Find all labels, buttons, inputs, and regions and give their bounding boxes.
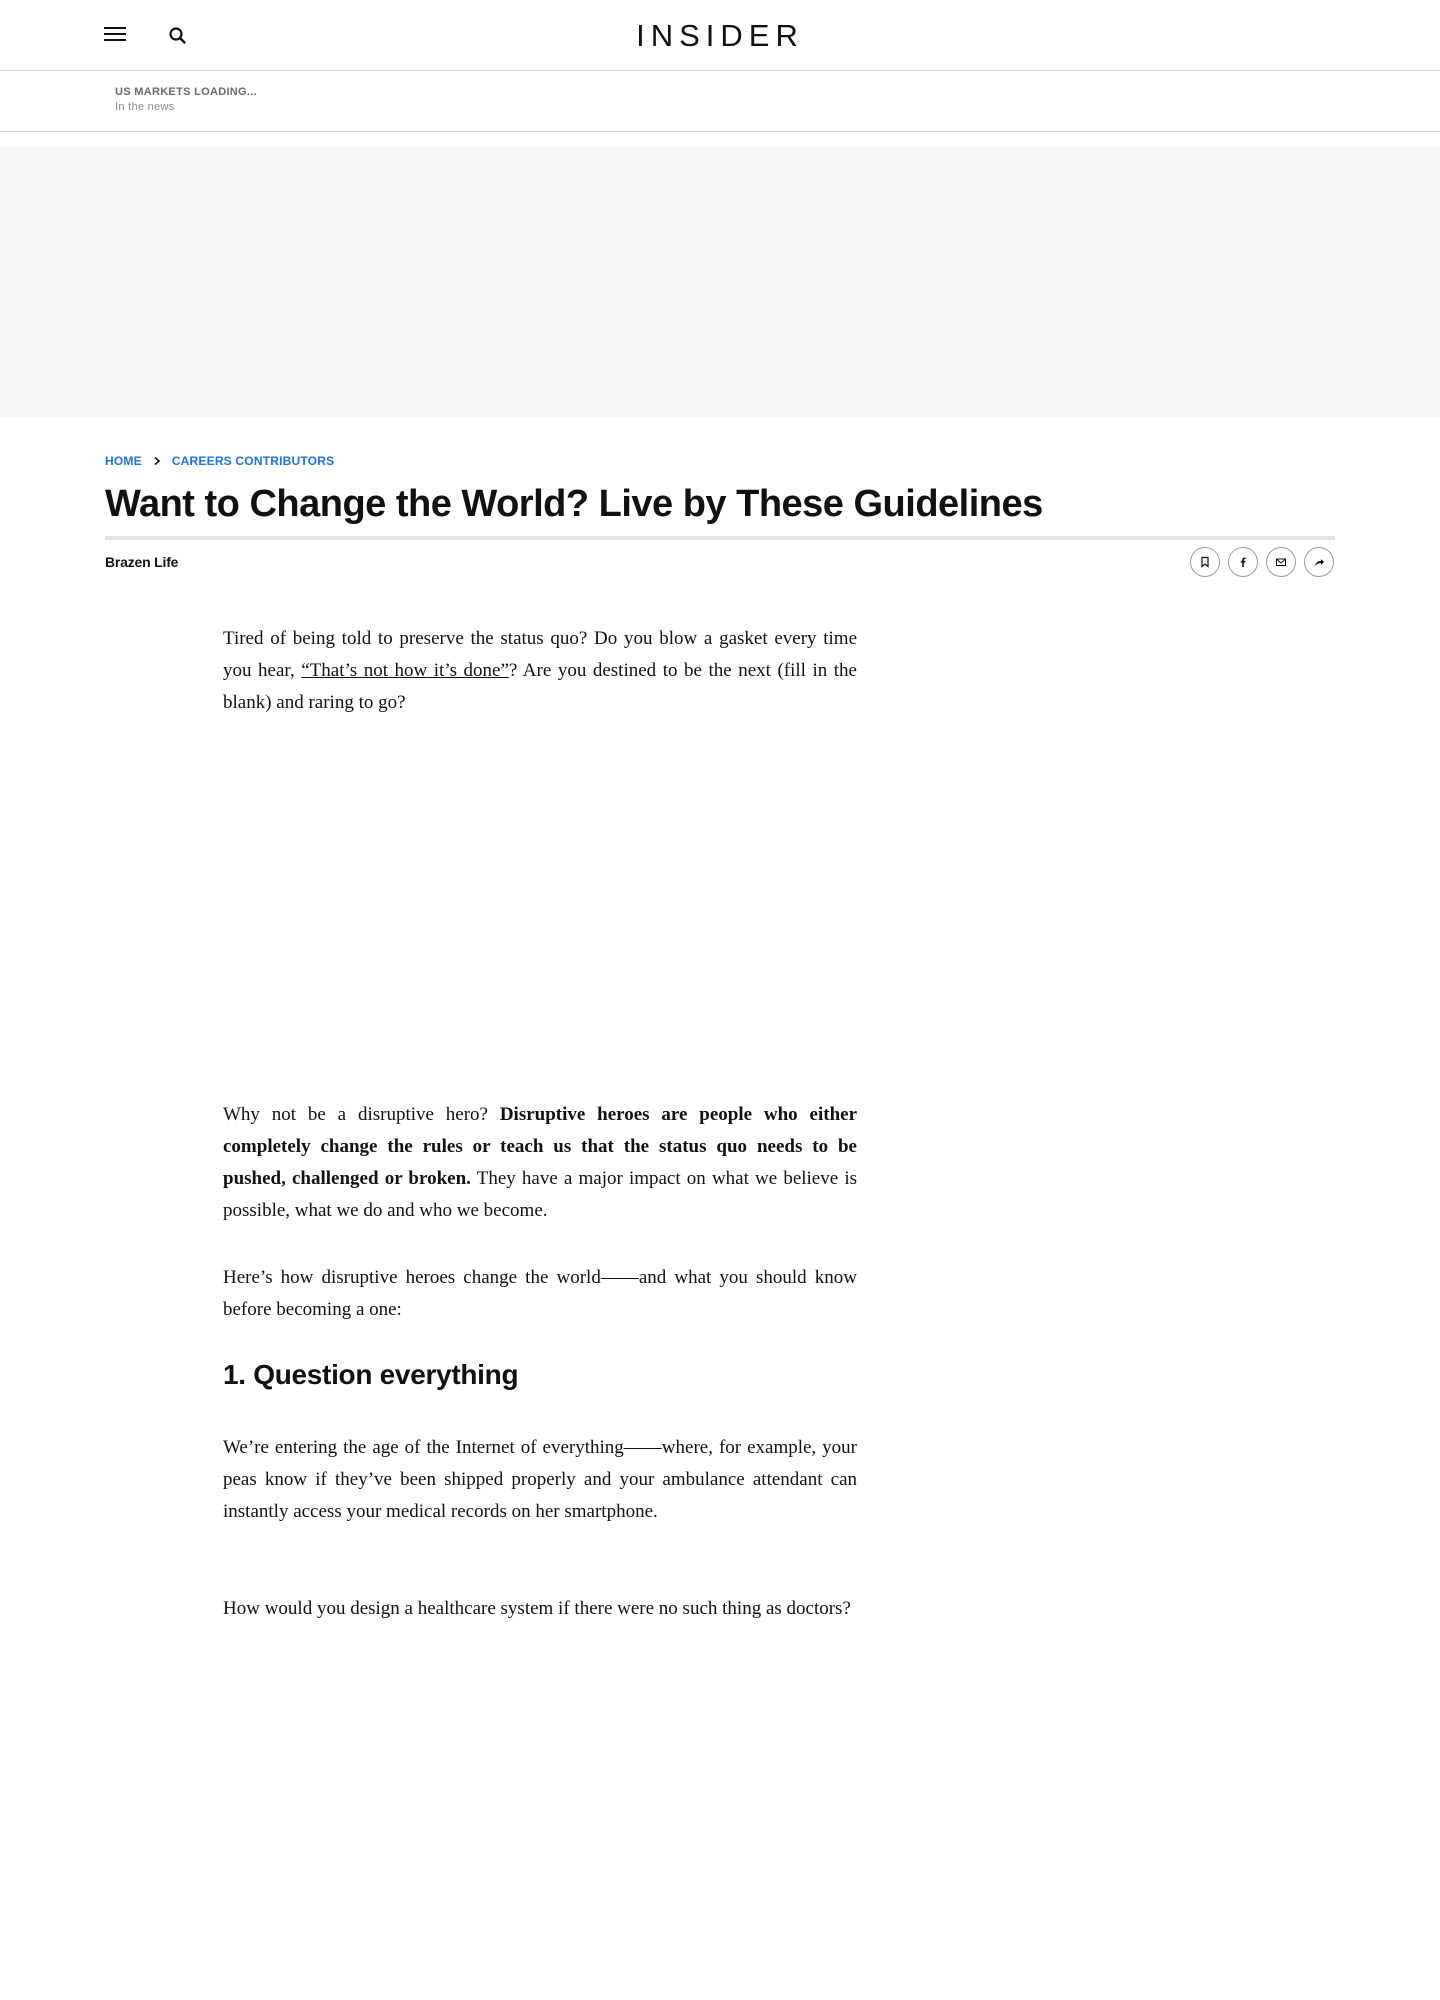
in-the-news-label[interactable]: In the news [115, 101, 175, 113]
bookmark-button[interactable] [1190, 547, 1220, 577]
facebook-share-button[interactable] [1228, 547, 1258, 577]
breadcrumb-section-link[interactable]: CAREERS CONTRIBUTORS [172, 454, 334, 468]
title-divider [105, 536, 1335, 540]
chevron-right-icon [154, 456, 161, 466]
markets-status: US MARKETS LOADING... [115, 86, 257, 98]
article-paragraph-5: How would you design a healthcare system… [223, 1598, 851, 1619]
facebook-icon [1240, 557, 1246, 567]
hamburger-menu-icon[interactable] [104, 24, 130, 46]
section-heading: 1. Question everything [223, 1359, 519, 1390]
email-share-button[interactable] [1266, 547, 1296, 577]
paragraph-text: Why not be a disruptive hero? [223, 1104, 500, 1125]
author-byline[interactable]: Brazen Life [105, 554, 178, 570]
article-paragraph-2: Why not be a disruptive hero? Disruptive… [223, 1099, 857, 1227]
share-icon [1315, 559, 1324, 566]
search-icon[interactable] [166, 24, 190, 48]
ad-banner [0, 147, 1440, 417]
article-title: Want to Change the World? Live by These … [105, 483, 1043, 525]
article-paragraph-4: We’re entering the age of the Internet o… [223, 1437, 857, 1522]
more-share-button[interactable] [1304, 547, 1334, 577]
thats-not-how-its-done-link[interactable]: “That’s not how it’s done” [301, 660, 509, 681]
markets-bar: US MARKETS LOADING... In the news [0, 72, 1440, 132]
breadcrumb-home-link[interactable]: HOME [105, 454, 142, 468]
article-paragraph-1: Tired of being told to preserve the stat… [223, 623, 857, 719]
email-icon [1276, 558, 1286, 566]
article-paragraph-3: Here’s how disruptive heroes change the … [223, 1267, 857, 1320]
bookmark-icon [1201, 556, 1209, 568]
insider-logo[interactable]: INSIDER [620, 16, 820, 56]
breadcrumb: HOME CAREERS CONTRIBUTORS [105, 453, 334, 469]
share-bar [1190, 547, 1334, 577]
site-header: INSIDER [0, 0, 1440, 71]
